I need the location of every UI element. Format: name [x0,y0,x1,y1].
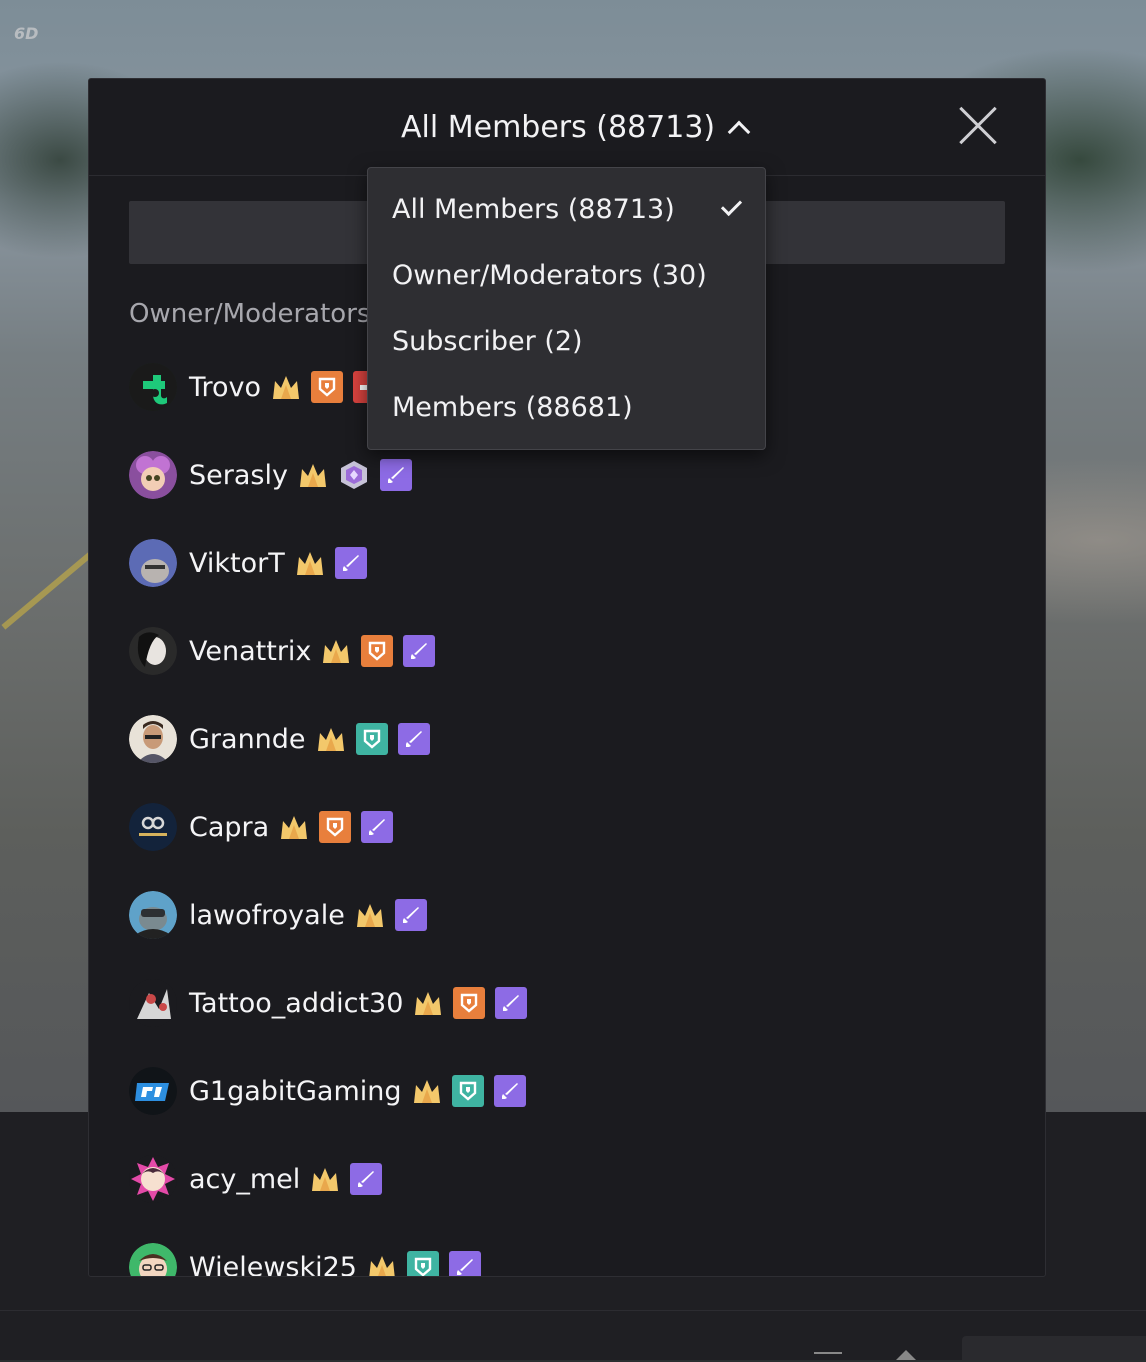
avatar [129,1243,177,1276]
moderator-badge [334,547,367,579]
moderator-badge [361,811,394,843]
subscriber-badge [406,1251,439,1276]
member-name: G1gabitGaming [189,1075,402,1107]
filter-option-label: Subscriber (2) [392,325,583,357]
up-arrow-icon[interactable] [896,1350,916,1360]
moderator-badge [397,723,430,755]
background-logo: 6D [14,24,39,43]
avatar [129,715,177,763]
filter-option-owner-moderators[interactable]: Owner/Moderators (30) [392,255,707,295]
filter-option-all-members[interactable]: All Members (88713) [392,189,675,229]
crown-icon [310,1165,340,1193]
member-filter-toggle[interactable]: All Members (88713) [401,107,751,147]
crown-icon [413,989,443,1017]
member-name: Tattoo_addict30 [189,987,404,1019]
subscriber-badge [453,987,486,1019]
member-row[interactable]: lawofroyale [129,890,427,940]
filter-option-subscriber[interactable]: Subscriber (2) [392,321,583,361]
avatar [129,979,177,1027]
crown-icon [279,813,309,841]
member-row[interactable]: Venattrix [129,626,436,676]
member-name: Serasly [189,459,288,491]
member-name: Trovo [189,371,262,403]
close-button[interactable] [957,105,999,147]
chevron-up-icon [727,120,751,144]
avatar [129,363,177,411]
member-filter-label: All Members (88713) [401,109,716,145]
bottom-input-stub[interactable] [962,1336,1146,1360]
crown-icon [298,461,328,489]
member-row[interactable]: Capra [129,802,394,852]
avatar [129,1067,177,1115]
moderator-badge [394,899,427,931]
member-row[interactable]: Wielewski25 [129,1242,481,1277]
section-title: Owner/Moderators [129,299,371,329]
subscriber-badge [311,371,344,403]
crown-icon [412,1077,442,1105]
crown-icon [355,901,385,929]
avatar [129,1155,177,1203]
flag-icon[interactable] [814,1352,842,1362]
crown-icon [271,373,301,401]
member-row[interactable]: Trovo [129,362,374,412]
member-name: ViktorT [189,547,285,579]
subscriber-badge [361,635,394,667]
filter-option-members[interactable]: Members (88681) [392,387,633,427]
modal-header: All Members (88713) [89,79,1045,176]
avatar [129,803,177,851]
member-row[interactable]: Grannde [129,714,430,764]
subscriber-badge [319,811,352,843]
filter-option-label: All Members (88713) [392,193,675,225]
moderator-badge [448,1251,481,1276]
crown-icon [367,1253,397,1276]
bottom-divider [0,1310,1146,1311]
crown-icon [316,725,346,753]
filter-option-label: Members (88681) [392,391,633,423]
member-row[interactable]: Tattoo_addict30 [129,978,528,1028]
avatar [129,627,177,675]
member-name: Venattrix [189,635,312,667]
crown-icon [321,637,351,665]
subscriber-badge [451,1075,484,1107]
member-name: Capra [189,811,270,843]
member-name: Grannde [189,723,306,755]
moderator-badge [495,987,528,1019]
member-name: lawofroyale [189,899,345,931]
avatar [129,451,177,499]
member-name: Wielewski25 [189,1251,357,1277]
avatar [129,891,177,939]
filter-option-label: Owner/Moderators (30) [392,259,707,291]
member-filter-dropdown: All Members (88713) Owner/Moderators (30… [367,167,766,450]
subscriber-badge [355,723,388,755]
crown-icon [295,549,325,577]
moderator-badge [493,1075,526,1107]
checkmark-icon [720,194,743,217]
member-row[interactable]: G1gabitGaming [129,1066,526,1116]
gem-badge [338,459,370,491]
member-row[interactable]: Serasly [129,450,412,500]
member-row[interactable]: acy_mel [129,1154,383,1204]
avatar [129,539,177,587]
member-row[interactable]: ViktorT [129,538,367,588]
member-name: acy_mel [189,1163,301,1195]
moderator-badge [403,635,436,667]
moderator-badge [350,1163,383,1195]
moderator-badge [379,459,412,491]
